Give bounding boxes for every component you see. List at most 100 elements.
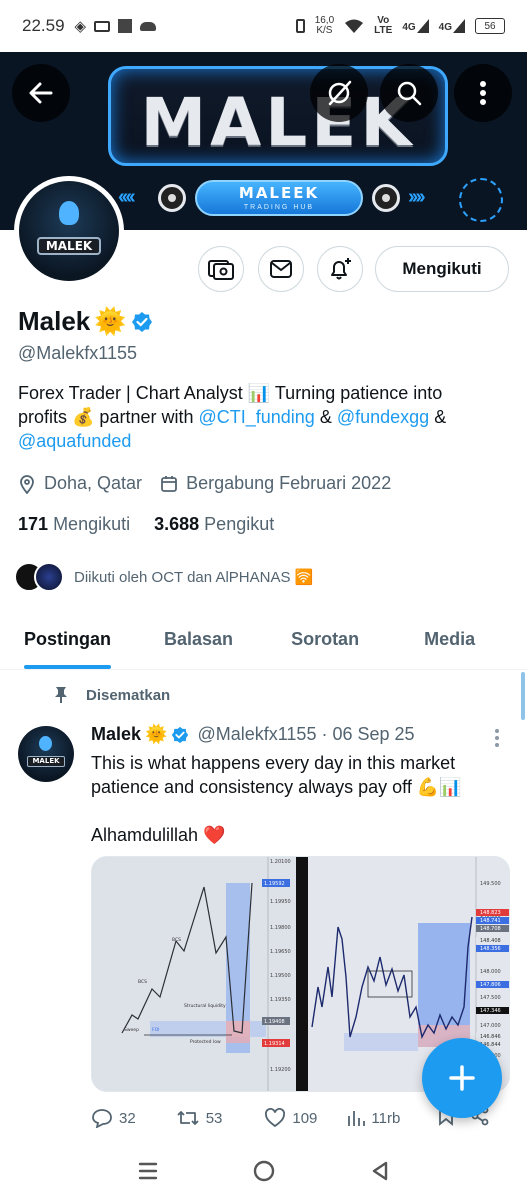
- verified-badge-icon: [131, 311, 152, 332]
- bell-plus-icon: [331, 258, 351, 280]
- chart-left-label-3: Sweep: [124, 1027, 139, 1033]
- bio-line-1: Forex Trader | Chart Analyst 📊 Turning p…: [18, 383, 443, 403]
- message-button[interactable]: [258, 246, 304, 292]
- mention-link[interactable]: @aquafunded: [18, 431, 131, 451]
- chart-right-tag-7: 146.846: [480, 1034, 501, 1040]
- followers-count: 3.688: [154, 514, 200, 534]
- plus-icon: [449, 1065, 475, 1091]
- repost-icon: [177, 1111, 199, 1125]
- net-speed-unit: K/S: [316, 25, 333, 36]
- banner-pill-name: MALEEK: [238, 184, 320, 202]
- mail-icon: [270, 260, 292, 278]
- post-handle-date: @Malekfx1155 · 06 Sep 25: [197, 724, 415, 744]
- chevrons-right-icon: ››››: [408, 186, 426, 208]
- chart-left-label-2: Structural liquidity: [184, 1003, 226, 1009]
- profile-handle: @Malekfx1155: [18, 343, 137, 363]
- subscribe-button[interactable]: [198, 246, 244, 292]
- chart-left-label-4: FOI: [152, 1027, 159, 1033]
- reply-count: 32: [119, 1109, 136, 1127]
- views-icon: [348, 1111, 366, 1126]
- bio-line-3: @aquafunded: [18, 429, 513, 453]
- notify-button[interactable]: [317, 246, 363, 292]
- tab-media[interactable]: Media: [424, 610, 475, 669]
- display-name-text: Malek: [18, 306, 91, 336]
- verified-badge-icon: [172, 726, 189, 743]
- chart-left-tag-low: 1.19314: [264, 1041, 285, 1047]
- following-count: 171: [18, 514, 49, 534]
- calendar-icon: [161, 475, 177, 492]
- chart-left-tag-high: 1.19592: [264, 881, 285, 887]
- profile-bio: Forex Trader | Chart Analyst 📊 Turning p…: [18, 381, 513, 453]
- mention-link[interactable]: @fundexgg: [337, 407, 429, 427]
- pin-icon: [55, 687, 67, 703]
- following-stat[interactable]: 171 Mengikuti: [18, 514, 130, 535]
- bio-line-2: profits 💰 partner with @CTI_funding & @f…: [18, 405, 513, 429]
- tab-label: Sorotan: [291, 629, 360, 649]
- more-button[interactable]: [454, 64, 512, 122]
- profile-avatar[interactable]: MALEK: [14, 176, 124, 286]
- status-time: 22.59: [22, 16, 65, 35]
- followers-label: Pengikut: [204, 514, 275, 534]
- post-more-icon[interactable]: [494, 728, 500, 748]
- pinned-indicator: Disematkan: [54, 686, 170, 704]
- tab-label: Balasan: [164, 629, 234, 649]
- tab-postingan[interactable]: Postingan: [24, 610, 112, 669]
- post-avatar[interactable]: MALEK: [18, 726, 74, 782]
- chart-right-tag-4: 148.356: [480, 946, 501, 952]
- views-count: 11rb: [371, 1109, 401, 1127]
- scrollbar-thumb[interactable]: [521, 672, 525, 720]
- repost-button[interactable]: 53: [176, 1109, 222, 1127]
- card-icon: [94, 20, 111, 32]
- bio-amp: &: [314, 407, 337, 427]
- subscribe-icon: [208, 260, 234, 280]
- banner-badge-icon: [459, 178, 503, 222]
- post-line-3: Alhamdulillah ❤️: [91, 825, 226, 845]
- views-button[interactable]: 11rb: [347, 1109, 400, 1127]
- avatar-label: MALEK: [37, 237, 101, 255]
- chart-left-label-1: BCS: [138, 979, 147, 985]
- chart-left-price-5: 1.19350: [270, 997, 291, 1003]
- mutual-avatar: [34, 562, 64, 592]
- joined-text: Bergabung Februari 2022: [186, 473, 392, 493]
- location-text: Doha, Qatar: [44, 473, 143, 493]
- chart-right-tag-6: 147.346: [480, 1008, 501, 1014]
- volte-indicator: Vo LTE: [374, 16, 392, 36]
- app-square-icon: [118, 19, 133, 33]
- grok-button[interactable]: [310, 64, 368, 122]
- followed-by[interactable]: Diikuti oleh OCT dan AlPHANAS 🛜: [14, 562, 313, 592]
- tab-balasan[interactable]: Balasan: [164, 610, 233, 669]
- mention-link[interactable]: @CTI_funding: [198, 407, 314, 427]
- banner-pill: MALEEK TRADING HUB: [195, 180, 363, 216]
- chart-left-price-3: 1.19650: [270, 949, 291, 955]
- chart-right-price-0: 149.500: [480, 881, 501, 887]
- sun-emoji: 🌞: [145, 724, 168, 744]
- post-author-name[interactable]: Malek: [91, 724, 141, 745]
- back-button[interactable]: [12, 64, 70, 122]
- post-line-1: This is what happens every day in this m…: [91, 753, 456, 773]
- reply-icon: [92, 1109, 112, 1128]
- tab-sorotan[interactable]: Sorotan: [291, 610, 359, 669]
- reply-button[interactable]: 32: [91, 1108, 136, 1128]
- chart-left-price-0: 1.20100: [270, 859, 291, 865]
- search-button[interactable]: [380, 64, 438, 122]
- location-pin-icon: [20, 474, 34, 494]
- compose-post-button[interactable]: [422, 1038, 502, 1118]
- followers-stat[interactable]: 3.688 Pengikut: [154, 514, 274, 535]
- signal-1: 4G: [402, 19, 429, 33]
- vibrate-icon: [295, 19, 305, 33]
- home-icon[interactable]: [252, 1159, 276, 1183]
- back-nav-icon[interactable]: [369, 1160, 391, 1182]
- signal-2: 4G: [439, 19, 465, 33]
- recent-apps-icon[interactable]: [137, 1160, 159, 1182]
- profile-meta: Doha, Qatar Bergabung Februari 2022: [18, 473, 391, 494]
- chart-right-price-4: 147.500: [480, 995, 501, 1001]
- chart-right-price-5: 147.000: [480, 1023, 501, 1029]
- following-button[interactable]: Mengikuti: [375, 246, 509, 292]
- chart-left-price-2: 1.19800: [270, 925, 291, 931]
- like-button[interactable]: 109: [264, 1108, 317, 1128]
- wifi-icon: [345, 19, 364, 33]
- chart-left-tag-mid: 1.19408: [264, 1019, 285, 1025]
- pinned-label: Disematkan: [86, 686, 171, 704]
- ring-icon: [372, 184, 400, 212]
